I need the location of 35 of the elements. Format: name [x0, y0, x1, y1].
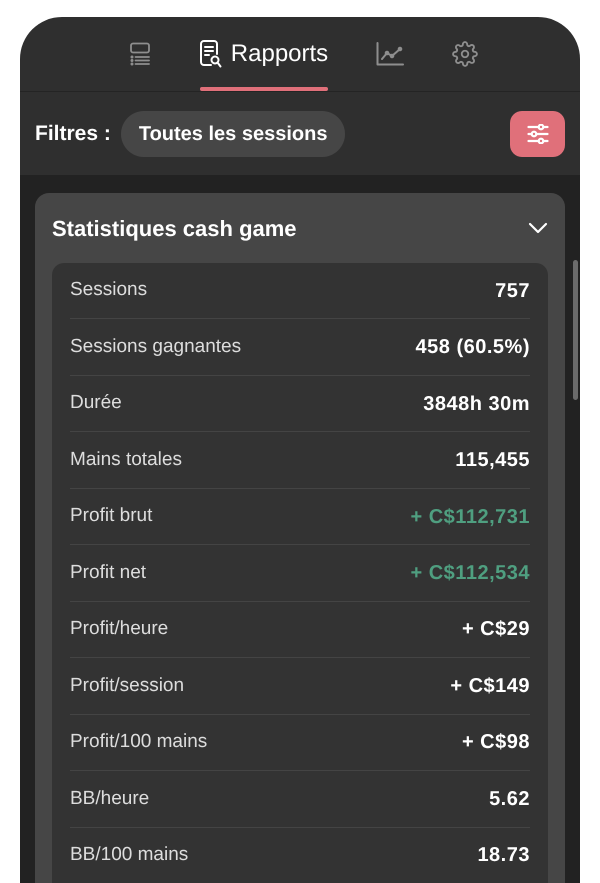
sliders-icon [526, 124, 548, 144]
chevron-down-icon [528, 222, 548, 234]
stat-label: Profit/100 mains [70, 730, 208, 754]
stat-value: + C$112,731 [410, 504, 530, 530]
stat-label: Profit net [70, 560, 146, 585]
filter-settings-button[interactable] [510, 110, 565, 156]
stat-value: + C$112,534 [410, 560, 530, 586]
collapse-toggle[interactable] [528, 222, 548, 234]
settings-icon [452, 41, 478, 67]
stat-value: + C$98 [462, 730, 530, 756]
stat-value: 3848h 30m [423, 392, 530, 417]
stat-label: Profit/session [70, 674, 184, 698]
stat-label: BB/100 mains [70, 843, 188, 867]
stat-value: 757 [495, 278, 530, 304]
stat-label: Mains totales [70, 448, 182, 472]
stat-value: 18.73 [477, 843, 530, 868]
tab[interactable]: Rapports [190, 17, 338, 91]
stat-label: Profit/heure [70, 617, 168, 642]
stat-label: BB/heure [70, 786, 150, 811]
stat-value: 115,455 [455, 448, 530, 474]
list-icon [128, 42, 152, 66]
filter-chip[interactable]: Toutes les sessions [120, 110, 346, 156]
stat-value: + C$29 [462, 617, 530, 642]
stat-label: Profit brut [70, 504, 152, 528]
stat-label: Sessions gagnantes [70, 334, 242, 359]
filters-label: Filtres : [35, 120, 111, 147]
stat-value: + C$149 [450, 674, 530, 699]
stat-value: 458 (60.5%) [416, 335, 530, 360]
stat-label: Durée [70, 391, 122, 416]
stat-label: Sessions [70, 278, 148, 302]
document-search-icon [200, 40, 222, 68]
line-chart-icon [376, 42, 404, 66]
stat-value: 5.62 [489, 786, 530, 812]
card-title: Statistiques cash game [52, 214, 297, 243]
scrollbar-thumb[interactable] [573, 260, 578, 400]
